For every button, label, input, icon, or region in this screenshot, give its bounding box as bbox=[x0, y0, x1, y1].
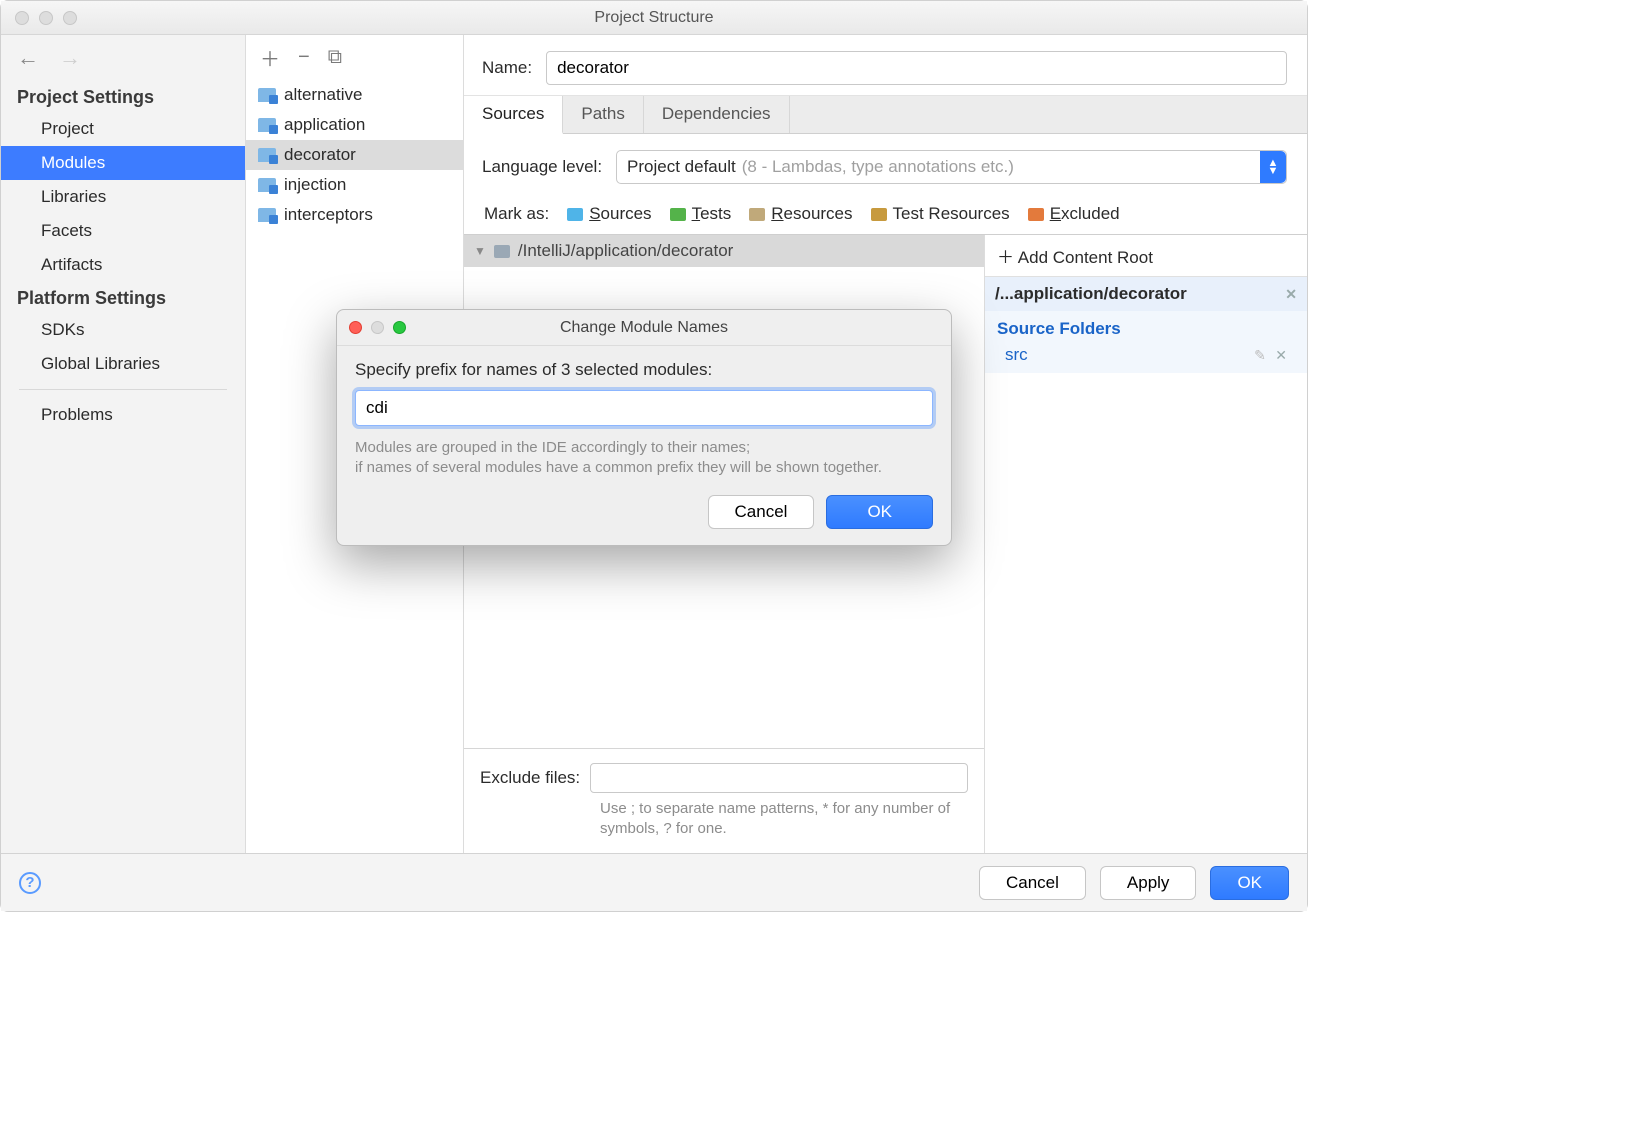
sidebar-item-artifacts[interactable]: Artifacts bbox=[1, 248, 245, 282]
apply-button[interactable]: Apply bbox=[1100, 866, 1197, 900]
sidebar-item-project[interactable]: Project bbox=[1, 112, 245, 146]
language-level-hint: (8 - Lambdas, type annotations etc.) bbox=[742, 157, 1014, 177]
module-label: decorator bbox=[284, 145, 356, 165]
dialog-footer: ? Cancel Apply OK bbox=[1, 853, 1307, 911]
language-level-value: Project default bbox=[627, 157, 736, 177]
module-item[interactable]: interceptors bbox=[246, 200, 463, 230]
window-title: Project Structure bbox=[1, 9, 1307, 27]
chevron-updown-icon: ▲▼ bbox=[1260, 151, 1286, 183]
remove-module-icon[interactable]: − bbox=[298, 46, 310, 69]
dialog-ok-button[interactable]: OK bbox=[826, 495, 933, 529]
dialog-hint: Modules are grouped in the IDE according… bbox=[355, 438, 933, 479]
tab-sources[interactable]: Sources bbox=[464, 96, 563, 134]
change-module-names-dialog: Change Module Names Specify prefix for n… bbox=[336, 309, 952, 546]
tab-dependencies[interactable]: Dependencies bbox=[644, 96, 790, 133]
name-label: Name: bbox=[482, 58, 532, 78]
module-label: alternative bbox=[284, 85, 362, 105]
module-item[interactable]: application bbox=[246, 110, 463, 140]
module-item[interactable]: decorator bbox=[246, 140, 463, 170]
window-titlebar: Project Structure bbox=[1, 1, 1307, 35]
sidebar-section-project-settings: Project Settings bbox=[1, 81, 245, 112]
sidebar-item-sdks[interactable]: SDKs bbox=[1, 313, 245, 347]
sidebar-item-modules[interactable]: Modules bbox=[1, 146, 245, 180]
mark-as-tests[interactable]: Tests bbox=[670, 204, 732, 224]
folder-icon bbox=[494, 245, 510, 258]
sidebar-item-libraries[interactable]: Libraries bbox=[1, 180, 245, 214]
exclude-files-label: Exclude files: bbox=[480, 768, 580, 788]
resources-folder-icon bbox=[749, 208, 765, 221]
tests-folder-icon bbox=[670, 208, 686, 221]
help-icon[interactable]: ? bbox=[19, 872, 41, 894]
content-roots-panel: ＋ Add Content Root /...application/decor… bbox=[985, 235, 1307, 853]
source-folder-item[interactable]: src ✎ ✕ bbox=[985, 343, 1307, 373]
module-item[interactable]: alternative bbox=[246, 80, 463, 110]
tree-expand-icon[interactable]: ▼ bbox=[474, 244, 486, 258]
language-level-label: Language level: bbox=[482, 157, 602, 177]
module-tabs: Sources Paths Dependencies bbox=[464, 95, 1307, 134]
nav-forward-icon[interactable]: → bbox=[59, 45, 81, 71]
sidebar-item-problems[interactable]: Problems bbox=[1, 398, 245, 432]
mark-as-resources[interactable]: Resources bbox=[749, 204, 852, 224]
sidebar: ← → Project Settings Project Modules Lib… bbox=[1, 35, 246, 853]
folder-icon bbox=[258, 88, 276, 102]
sidebar-divider bbox=[19, 389, 227, 390]
remove-icon[interactable]: ✕ bbox=[1275, 347, 1287, 363]
sources-folder-icon bbox=[567, 208, 583, 221]
sidebar-item-facets[interactable]: Facets bbox=[1, 214, 245, 248]
mark-as-test-resources[interactable]: Test Resources bbox=[871, 204, 1010, 224]
exclude-files-input[interactable] bbox=[590, 763, 968, 793]
source-folders-header: Source Folders bbox=[985, 311, 1307, 343]
dialog-title: Change Module Names bbox=[337, 319, 951, 337]
dialog-prompt: Specify prefix for names of 3 selected m… bbox=[355, 360, 933, 380]
module-label: injection bbox=[284, 175, 346, 195]
source-folder-name: src bbox=[1005, 345, 1028, 365]
module-label: interceptors bbox=[284, 205, 373, 225]
folder-icon bbox=[258, 148, 276, 162]
nav-back-icon[interactable]: ← bbox=[17, 45, 39, 71]
folder-icon bbox=[258, 178, 276, 192]
folder-icon bbox=[258, 208, 276, 222]
mark-as-excluded[interactable]: Excluded bbox=[1028, 204, 1120, 224]
tab-paths[interactable]: Paths bbox=[563, 96, 643, 133]
content-root-path-short: /...application/decorator bbox=[995, 284, 1187, 304]
add-content-root-button[interactable]: ＋ Add Content Root bbox=[985, 235, 1307, 277]
content-root-row[interactable]: ▼ /IntelliJ/application/decorator bbox=[464, 235, 984, 267]
test-resources-folder-icon bbox=[871, 208, 887, 221]
sidebar-section-platform-settings: Platform Settings bbox=[1, 282, 245, 313]
add-module-icon[interactable]: ＋ bbox=[260, 43, 280, 72]
module-name-input[interactable] bbox=[546, 51, 1287, 85]
content-root-entry[interactable]: /...application/decorator ✕ bbox=[985, 277, 1307, 311]
mark-as-sources[interactable]: Sources bbox=[567, 204, 651, 224]
excluded-folder-icon bbox=[1028, 208, 1044, 221]
content-root-path: /IntelliJ/application/decorator bbox=[518, 241, 733, 261]
cancel-button[interactable]: Cancel bbox=[979, 866, 1086, 900]
language-level-select[interactable]: Project default (8 - Lambdas, type annot… bbox=[616, 150, 1287, 184]
exclude-files-hint: Use ; to separate name patterns, * for a… bbox=[480, 799, 968, 840]
ok-button[interactable]: OK bbox=[1210, 866, 1289, 900]
sidebar-item-global-libraries[interactable]: Global Libraries bbox=[1, 347, 245, 381]
module-item[interactable]: injection bbox=[246, 170, 463, 200]
copy-module-icon[interactable]: ⧉ bbox=[328, 46, 342, 69]
module-prefix-input[interactable] bbox=[355, 390, 933, 426]
edit-icon[interactable]: ✎ bbox=[1254, 347, 1266, 363]
remove-root-icon[interactable]: ✕ bbox=[1285, 286, 1297, 303]
module-label: application bbox=[284, 115, 365, 135]
folder-icon bbox=[258, 118, 276, 132]
dialog-cancel-button[interactable]: Cancel bbox=[708, 495, 815, 529]
mark-as-label: Mark as: bbox=[484, 204, 549, 224]
